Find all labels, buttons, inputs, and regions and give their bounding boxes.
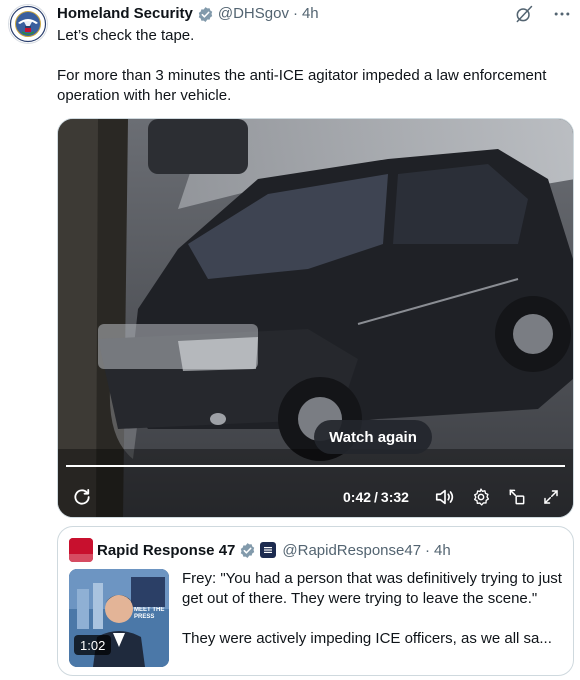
thumbnail-caption: MEET THE PRESS xyxy=(134,607,165,620)
author-handle[interactable]: @DHSgov xyxy=(218,4,289,24)
quoted-text: Frey: "You had a person that was definit… xyxy=(182,569,566,649)
video-duration: 3:32 xyxy=(380,489,409,505)
settings-gear-icon[interactable] xyxy=(469,485,493,509)
rapid-response-logo xyxy=(69,538,93,562)
tweet-text: Let’s check the tape. For more than 3 mi… xyxy=(57,26,569,106)
verified-badge-icon[interactable] xyxy=(239,542,256,559)
tweet-text-line1: Let’s check the tape. xyxy=(57,27,195,44)
picture-in-picture-icon[interactable] xyxy=(505,485,529,509)
watch-again-button[interactable]: Watch again xyxy=(314,420,432,454)
quoted-author-handle[interactable]: @RapidResponse47 xyxy=(282,542,421,559)
quoted-tweet[interactable]: Rapid Response 47 @RapidResponse47 · 4h xyxy=(57,526,574,676)
dhs-seal-icon xyxy=(9,5,47,43)
separator-dot: · xyxy=(292,5,298,22)
tweet-text-line2: For more than 3 minutes the anti-ICE agi… xyxy=(57,67,547,104)
video-progress-bar[interactable] xyxy=(66,465,565,467)
quoted-author-name[interactable]: Rapid Response 47 xyxy=(97,542,235,559)
author-avatar[interactable] xyxy=(8,4,48,44)
quoted-author-avatar[interactable] xyxy=(69,538,93,562)
quoted-text-para2: They were actively impeding ICE officers… xyxy=(182,630,552,647)
video-time-separator: / xyxy=(374,489,378,505)
replay-icon[interactable] xyxy=(70,485,94,509)
quoted-timestamp[interactable]: 4h xyxy=(434,542,451,559)
separator-dot: · xyxy=(425,541,431,559)
video-current-time: 0:42 xyxy=(343,489,372,505)
quoted-video-duration: 1:02 xyxy=(74,635,112,655)
quoted-header: Rapid Response 47 @RapidResponse47 · 4h xyxy=(97,538,563,562)
verified-badge-icon[interactable] xyxy=(197,6,214,23)
more-icon[interactable] xyxy=(552,4,572,24)
video-player[interactable]: Watch again 0:42 / 3:32 xyxy=(57,118,574,518)
fullscreen-icon[interactable] xyxy=(539,485,563,509)
volume-icon[interactable] xyxy=(433,485,457,509)
author-name[interactable]: Homeland Security xyxy=(57,4,193,24)
video-progress-fill xyxy=(66,465,565,467)
affiliation-badge-icon[interactable] xyxy=(260,542,277,558)
video-time-readout: 0:42 / 3:32 xyxy=(343,485,409,509)
grok-icon[interactable] xyxy=(514,4,534,24)
video-frame xyxy=(58,119,573,517)
timestamp[interactable]: 4h xyxy=(302,4,319,24)
quoted-text-para1: Frey: "You had a person that was definit… xyxy=(182,570,562,607)
tweet-header: Homeland Security @DHSgov · 4h xyxy=(57,4,572,24)
